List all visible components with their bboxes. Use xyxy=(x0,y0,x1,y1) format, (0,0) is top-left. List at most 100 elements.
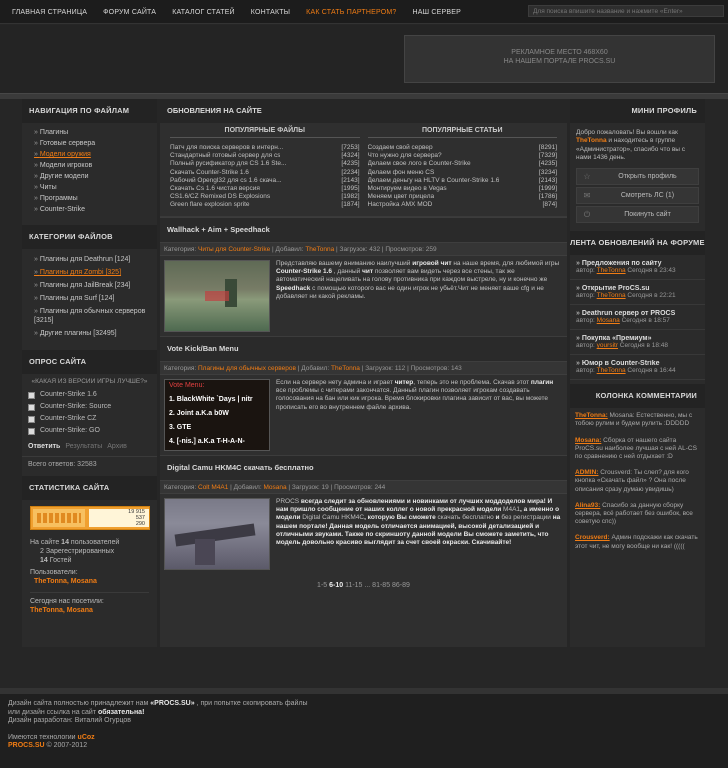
poll-vote-button[interactable]: Ответить xyxy=(28,443,60,450)
post-title[interactable]: Wallhack + Aim + Speedhack xyxy=(160,217,567,242)
poll-option[interactable]: Counter-Strike CZ xyxy=(22,413,157,425)
top-nav-item[interactable]: КАТАЛОГ СТАТЕЙ xyxy=(164,9,243,16)
top-nav-item[interactable]: КАК СТАТЬ ПАРТНЕРОМ? xyxy=(298,9,404,16)
comment-author-link[interactable]: TheTonna: xyxy=(575,412,608,419)
top-nav-item[interactable]: КОНТАКТЫ xyxy=(243,9,298,16)
post-category-link[interactable]: Плагины для обычных серверов xyxy=(198,365,296,372)
pager-prev[interactable]: 1-5 xyxy=(317,582,329,589)
popular-file-item[interactable]: Стандартный готовый сервер для cs [4324] xyxy=(170,152,360,160)
popular-article-item[interactable]: Делаем фон меню CS [3234] xyxy=(368,169,558,177)
forum-author-link[interactable]: TheTonna xyxy=(597,292,626,299)
file-nav-item[interactable]: Другие модели xyxy=(22,171,157,182)
footer-site-link[interactable]: PROCS.SU xyxy=(8,742,45,749)
open-profile-button[interactable]: ☆ Открыть профиль xyxy=(576,168,699,186)
file-nav-item[interactable]: Готовые сервера xyxy=(22,138,157,149)
poll-radio[interactable] xyxy=(28,403,35,411)
file-nav-item[interactable]: Программы xyxy=(22,193,157,204)
forum-feed-item[interactable]: Открытие ProCS.suавтор: TheTonna Сегодня… xyxy=(570,280,705,306)
popular-files-list: Патч для поиска серверов в интерн... [725… xyxy=(170,144,360,210)
popular-file-item[interactable]: Полный русификатор для CS 1.6 Ste... [423… xyxy=(170,160,360,168)
today-users[interactable]: TheTonna, Mosana xyxy=(30,606,149,615)
popular-file-item[interactable]: Рабочий Opengl32 для cs 1.6 скача... [214… xyxy=(170,177,360,185)
online-count: 14 xyxy=(61,539,69,546)
top-nav-item[interactable]: ГЛАВНАЯ СТРАНИЦА xyxy=(4,9,95,16)
poll-option[interactable]: Counter-Strike: GO xyxy=(22,425,157,437)
popular-file-item[interactable]: Патч для поиска серверов в интерн... [725… xyxy=(170,144,360,152)
file-nav-item[interactable]: Counter-Strike xyxy=(22,204,157,215)
forum-feed-item[interactable]: Юмор в Counter-Strikeавтор: TheTonna Сег… xyxy=(570,355,705,381)
profile-username[interactable]: TheTonna xyxy=(576,137,607,144)
post-thumbnail[interactable]: Vote Menu: 1. BlackWhite `Days | nitr 2.… xyxy=(164,378,270,451)
ucoz-counter[interactable]: 19 915 537 290 xyxy=(30,506,150,530)
forum-topic-title[interactable]: Deathrun сервер от PROCS xyxy=(576,310,699,317)
post-thumbnail[interactable] xyxy=(164,497,270,570)
poll-results-link[interactable]: Результаты xyxy=(65,443,102,450)
forum-feed-item[interactable]: Покупка «Премиум»автор: yoursitr Сегодня… xyxy=(570,330,705,356)
post-title[interactable]: Vote Kick/Ban Menu xyxy=(160,336,567,361)
popular-article-item[interactable]: Настройка AMX MOD [874] xyxy=(368,201,558,209)
popular-article-item[interactable]: Монтируем видео в Vegas [1999] xyxy=(368,185,558,193)
ad-line-2: НА НАШЕМ ПОРТАЛЕ PROCS.SU xyxy=(503,58,616,65)
post-author-link[interactable]: TheTonna xyxy=(331,365,360,372)
popular-file-item[interactable]: Скачать Cs 1.6 чистая версия [1995] xyxy=(170,185,360,193)
post-category-link[interactable]: Читы для Counter-Strike xyxy=(198,246,270,253)
popular-file-item[interactable]: CS1.6/CZ Remixed DS Explosions [1982] xyxy=(170,193,360,201)
forum-feed-item[interactable]: Deathrun сервер от PROCSавтор: Mosana Се… xyxy=(570,305,705,331)
post-title[interactable]: Digital Camu HKM4C скачать бесплатно xyxy=(160,455,567,480)
comment-author-link[interactable]: ADMIN: xyxy=(575,469,598,476)
forum-feed-item[interactable]: Предложения по сайтуавтор: TheTonna Сего… xyxy=(570,255,705,281)
forum-author-link[interactable]: Mosana xyxy=(597,317,620,324)
forum-topic-title[interactable]: Покупка «Премиум» xyxy=(576,335,699,342)
poll-radio[interactable] xyxy=(28,427,35,435)
comment-author-link[interactable]: Crousverd: xyxy=(575,534,610,541)
popular-article-item[interactable]: Делаем деньгу на HLTV в Counter-Strike 1… xyxy=(368,177,558,185)
popular-article-item[interactable]: Меняем цвет прицела [1786] xyxy=(368,193,558,201)
file-category-item[interactable]: Плагины для Surf [124] xyxy=(22,292,157,305)
post-author-link[interactable]: TheTonna xyxy=(305,246,334,253)
file-nav-item[interactable]: Плагины xyxy=(22,127,157,138)
top-nav-item[interactable]: НАШ СЕРВЕР xyxy=(404,9,468,16)
online-users[interactable]: TheTonna, Mosana xyxy=(30,577,149,586)
file-category-item[interactable]: Плагины для обычных серверов [3215] xyxy=(22,305,157,327)
post-category-link[interactable]: Colt M4A1 xyxy=(198,484,228,491)
file-nav-item[interactable]: Модели оружия xyxy=(22,149,157,160)
popular-article-item[interactable]: Что нужно для сервера? [7329] xyxy=(368,152,558,160)
post-text-highlight: плагин xyxy=(530,378,554,386)
forum-topic-title[interactable]: Открытие ProCS.su xyxy=(576,285,699,292)
poll-option[interactable]: Counter-Strike: Source xyxy=(22,401,157,413)
popular-file-item[interactable]: Green flare explosion sprite [1874] xyxy=(170,201,360,209)
top-nav-item[interactable]: ФОРУМ САЙТА xyxy=(95,9,164,16)
comment-author-link[interactable]: Mosana: xyxy=(575,437,601,444)
post-author-link[interactable]: Mosana xyxy=(263,484,286,491)
comment-author-link[interactable]: Alina93: xyxy=(575,502,600,509)
file-nav-item[interactable]: Читы xyxy=(22,182,157,193)
rifle-shape xyxy=(174,523,256,547)
file-category-item[interactable]: Плагины для Zombi [325] xyxy=(22,266,157,279)
file-category-item[interactable]: Плагины для Deathrun [124] xyxy=(22,253,157,266)
poll-radio[interactable] xyxy=(28,391,35,399)
poll-option[interactable]: Counter-Strike 1.6 xyxy=(22,389,157,401)
forum-author-link[interactable]: TheTonna xyxy=(597,267,626,274)
popular-article-item[interactable]: Делаем свое лого в Counter-Strike [4235] xyxy=(368,160,558,168)
search-input[interactable] xyxy=(528,5,724,17)
ad-banner[interactable]: РЕКЛАМНОЕ МЕСТО 468Х60 НА НАШЕМ ПОРТАЛЕ … xyxy=(404,35,715,83)
post-thumbnail[interactable] xyxy=(164,259,270,332)
file-category-item[interactable]: Плагины для JailBreak [234] xyxy=(22,279,157,292)
logout-button[interactable]: ⏻ Покинуть сайт xyxy=(576,206,699,224)
pager-next[interactable]: 11-15 ... 81-85 86-89 xyxy=(343,582,410,589)
forum-topic-title[interactable]: Юмор в Counter-Strike xyxy=(576,360,699,367)
poll-archive-link[interactable]: Архив xyxy=(107,443,127,450)
forum-topic-title[interactable]: Предложения по сайту xyxy=(576,260,699,267)
item-title: Создаем свой сервер xyxy=(367,144,433,151)
popular-file-item[interactable]: Скачать Counter-Strike 1.6 [2234] xyxy=(170,169,360,177)
file-category-item[interactable]: Другие плагины [32495] xyxy=(22,327,157,340)
ucoz-logo xyxy=(33,509,85,527)
poll-radio[interactable] xyxy=(28,415,35,423)
forum-author-link[interactable]: TheTonna xyxy=(597,367,626,374)
footer-ucoz-link[interactable]: uCoz xyxy=(78,734,95,741)
popular-article-item[interactable]: Создаем свой сервер [8291] xyxy=(368,144,558,152)
forum-author-link[interactable]: yoursitr xyxy=(597,342,618,349)
file-nav-item[interactable]: Модели игроков xyxy=(22,160,157,171)
registered-count: 2 Зарегестрированных xyxy=(40,548,115,555)
private-messages-button[interactable]: ✉ Смотреть ЛС (1) xyxy=(576,187,699,205)
